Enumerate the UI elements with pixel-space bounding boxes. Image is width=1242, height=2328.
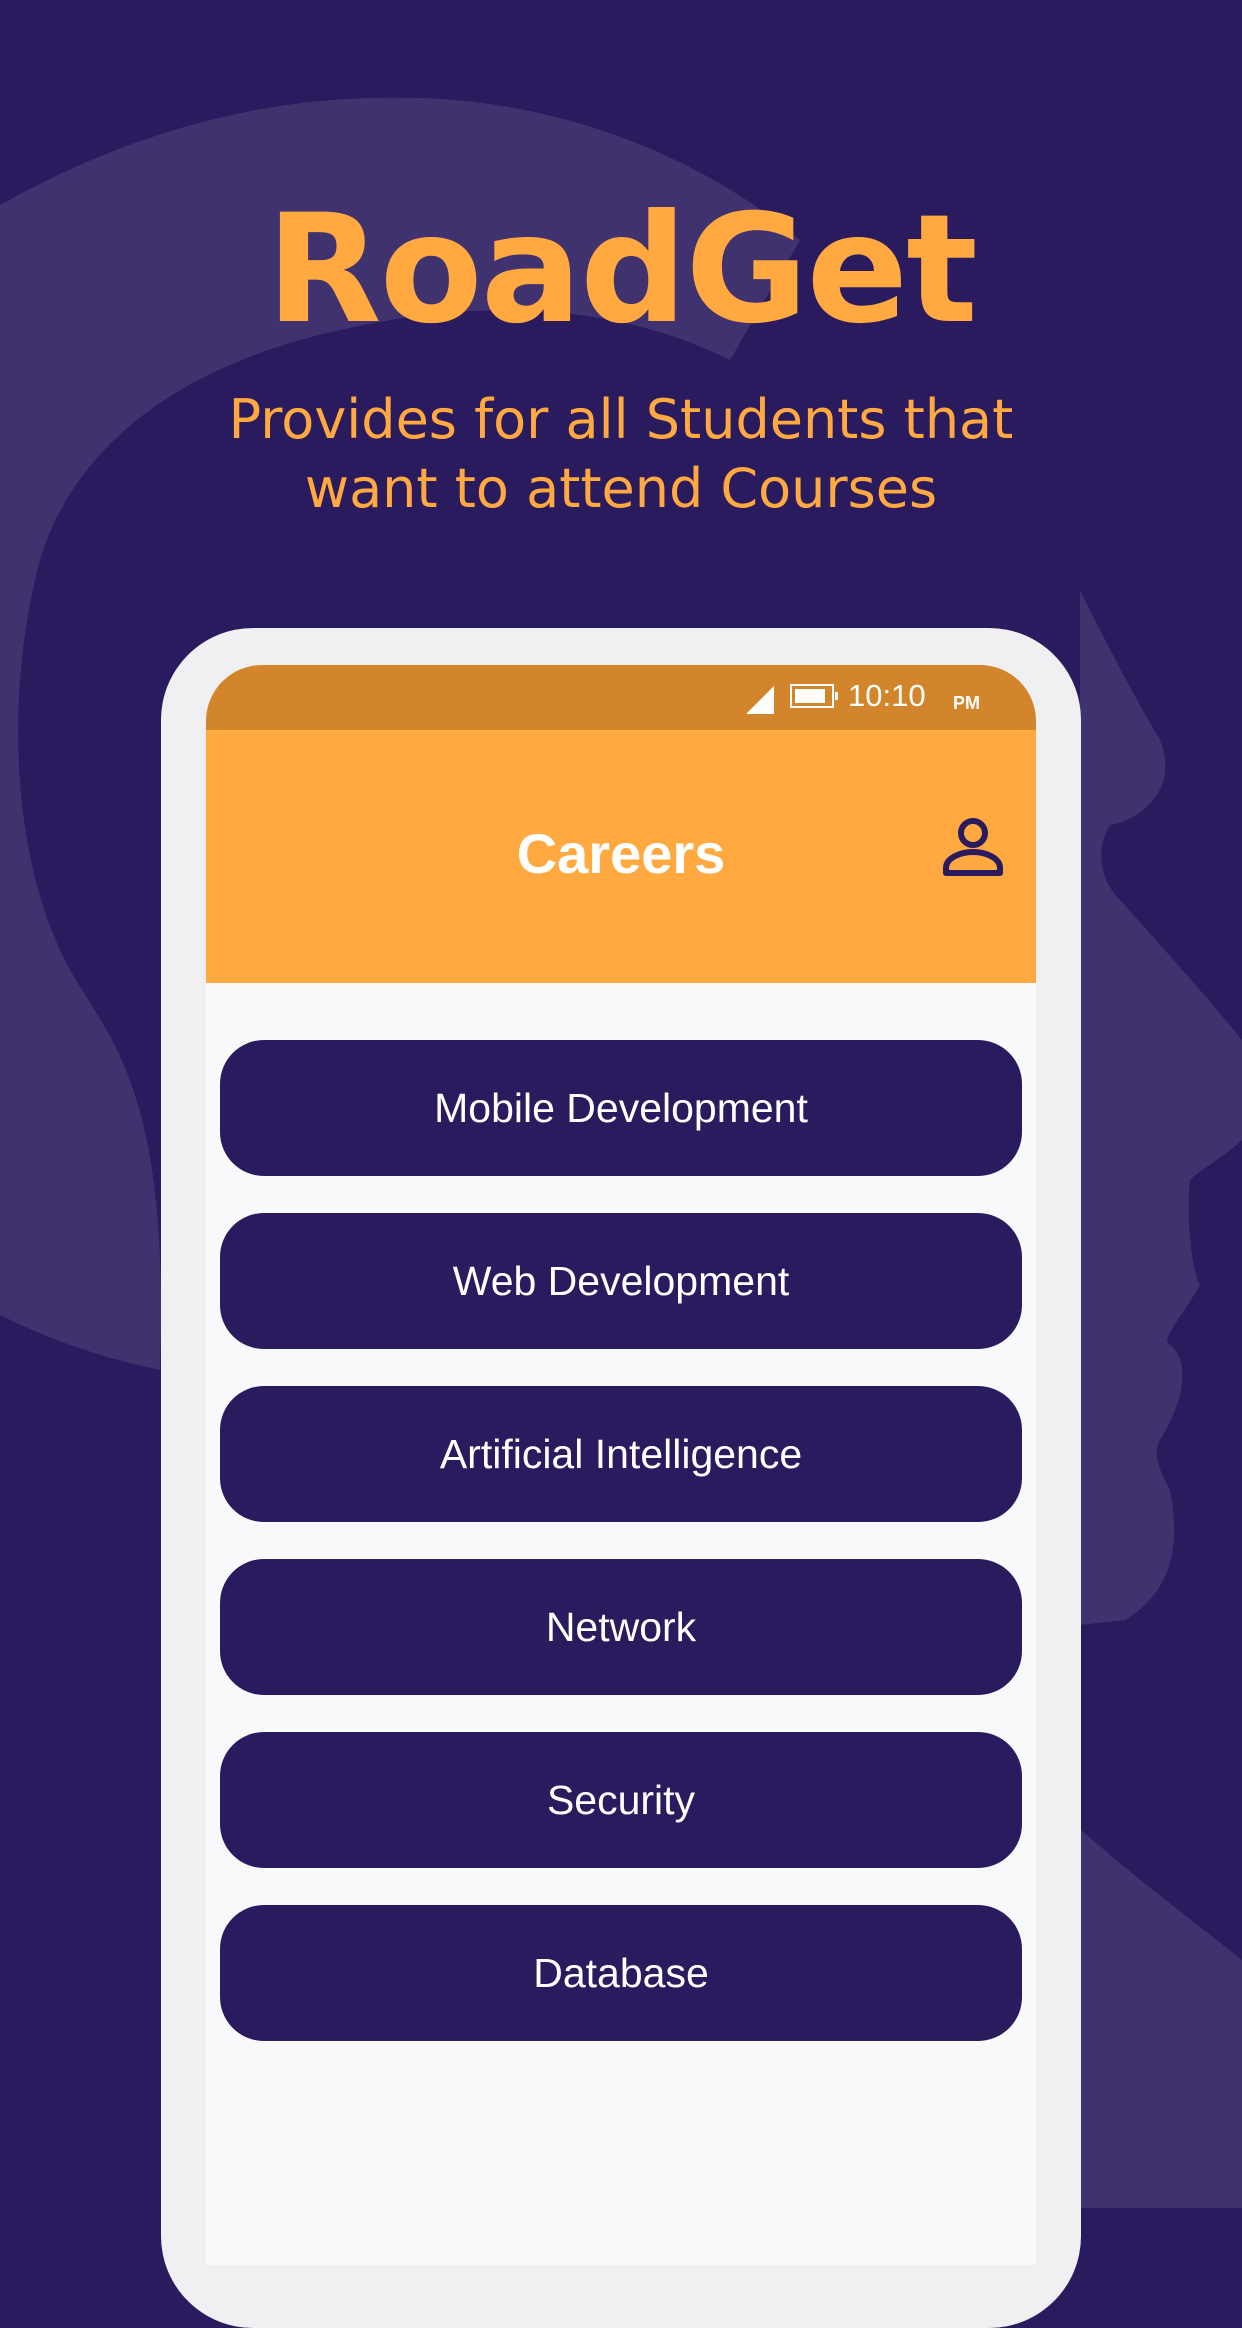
battery-icon (790, 684, 838, 708)
page-title: Careers (516, 822, 726, 885)
person-icon-head (958, 818, 988, 848)
career-button-security[interactable]: Security (220, 1732, 1022, 1868)
status-time: 10:10 (848, 678, 926, 713)
status-ampm: PM (953, 693, 980, 713)
career-button-database[interactable]: Database (220, 1905, 1022, 2041)
career-button-mobile-development[interactable]: Mobile Development (220, 1040, 1022, 1176)
career-list: Mobile Development Web Development Artif… (220, 1040, 1022, 2078)
career-button-network[interactable]: Network (220, 1559, 1022, 1695)
career-button-web-development[interactable]: Web Development (220, 1213, 1022, 1349)
phone-screen: 10:10 PM Careers Mobile Development Web … (206, 665, 1036, 2265)
career-button-artificial-intelligence[interactable]: Artificial Intelligence (220, 1386, 1022, 1522)
tagline-line-1: Provides for all Students that (228, 388, 1014, 451)
person-icon-body (943, 849, 1003, 876)
app-bar: Careers (206, 730, 1036, 983)
app-name-title: RoadGet (266, 183, 978, 357)
signal-icon (746, 686, 774, 714)
tagline-line-2: want to attend Courses (304, 457, 938, 520)
background-corner-shape (1081, 1830, 1242, 2208)
status-bar: 10:10 PM (206, 665, 1036, 730)
background-head-shape (1080, 590, 1242, 1625)
person-icon[interactable] (936, 810, 1010, 884)
tagline: Provides for all Students that want to a… (121, 385, 1121, 523)
